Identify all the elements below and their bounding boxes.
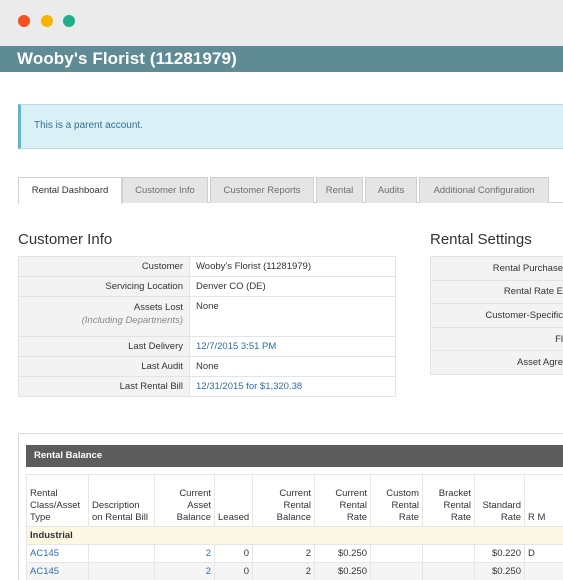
col-current-asset-balance[interactable]: Current Asset Balance: [154, 474, 215, 527]
description-cell: [88, 544, 155, 563]
tab-rental[interactable]: Rental: [316, 177, 363, 203]
col-bracket-rental-rate[interactable]: Bracket Rental Rate: [422, 474, 475, 527]
custom-rate-cell: [370, 544, 423, 563]
assets-lost-label-cell: Assets Lost (Including Departments): [18, 296, 190, 337]
rental-settings-table: Rental Purchase Rental Rate E Customer-S…: [430, 256, 563, 375]
window-chrome: [0, 0, 563, 46]
close-window-button[interactable]: [18, 15, 30, 27]
tab-customer-reports[interactable]: Customer Reports: [210, 177, 314, 203]
extra-cell: D: [524, 544, 563, 563]
assets-lost-sublabel: (Including Departments): [81, 315, 183, 326]
servicing-location-value: Denver CO (DE): [189, 276, 396, 297]
table-header-row: Rental Class/Asset Type Description on R…: [26, 474, 563, 527]
bracket-rate-cell: [422, 544, 475, 563]
rental-balance-table: Rental Class/Asset Type Description on R…: [26, 474, 563, 580]
col-rental-class[interactable]: Rental Class/Asset Type: [26, 474, 89, 527]
asset-balance-cell[interactable]: 2: [154, 544, 215, 563]
last-rental-bill-link[interactable]: 12/31/2015 for $1,320.38: [196, 381, 302, 392]
rental-setting-label: Fl: [430, 326, 563, 352]
assets-lost-label: Assets Lost: [133, 302, 183, 313]
servicing-location-label: Servicing Location: [18, 276, 190, 297]
rental-settings-heading: Rental Settings: [430, 231, 532, 248]
last-audit-label: Last Audit: [18, 356, 190, 377]
servicing-location-row: Servicing Location Denver CO (DE): [18, 276, 396, 297]
leased-cell: 0: [214, 544, 253, 563]
custom-rate-cell: [370, 562, 423, 580]
assets-lost-value: None: [189, 296, 396, 337]
tab-rental-dashboard[interactable]: Rental Dashboard: [18, 177, 122, 204]
rental-setting-label: Rental Rate E: [430, 279, 563, 305]
tab-customer-info[interactable]: Customer Info: [122, 177, 208, 203]
alert-text: This is a parent account.: [34, 120, 143, 131]
customer-value: Wooby's Florist (11281979): [189, 256, 396, 277]
col-r-m[interactable]: R M: [524, 474, 563, 527]
col-current-rental-balance[interactable]: Current Rental Balance: [252, 474, 315, 527]
last-audit-value: None: [189, 356, 396, 377]
standard-rate-cell: $0.220: [474, 544, 525, 563]
group-label: Industrial: [26, 526, 563, 545]
extra-cell: [524, 562, 563, 580]
account-header: Wooby's Florist (11281979): [0, 46, 563, 72]
table-row: AC145 2 0 2 $0.250 $0.250: [26, 562, 563, 580]
group-row: Industrial: [26, 526, 563, 545]
asset-balance-cell[interactable]: 2: [154, 562, 215, 580]
rental-balance-heading: Rental Balance: [26, 445, 563, 467]
rental-setting-label: Asset Agre: [430, 350, 563, 375]
rental-setting-label: Customer-Specific: [430, 303, 563, 328]
last-delivery-row: Last Delivery 12/7/2015 3:51 PM: [18, 336, 396, 357]
bracket-rate-cell: [422, 562, 475, 580]
current-rate-cell: $0.250: [314, 562, 371, 580]
parent-account-alert: This is a parent account.: [18, 104, 563, 149]
last-rental-bill-row: Last Rental Bill 12/31/2015 for $1,320.3…: [18, 376, 396, 397]
leased-cell: 0: [214, 562, 253, 580]
assets-lost-row: Assets Lost (Including Departments) None: [18, 296, 396, 337]
last-audit-row: Last Audit None: [18, 356, 396, 377]
minimize-window-button[interactable]: [41, 15, 53, 27]
page-title: Wooby's Florist (11281979): [17, 49, 237, 68]
col-leased[interactable]: Leased: [214, 474, 253, 527]
rental-balance-panel: Rental Balance Rental Class/Asset Type D…: [18, 433, 563, 580]
last-delivery-label: Last Delivery: [18, 336, 190, 357]
last-rental-bill-label: Last Rental Bill: [18, 376, 190, 397]
col-description[interactable]: Description on Rental Bill: [88, 474, 155, 527]
tab-bar: Rental Dashboard Customer Info Customer …: [18, 177, 563, 204]
table-row: AC145 2 0 2 $0.250 $0.220 D: [26, 544, 563, 563]
asset-type-link[interactable]: AC145: [30, 548, 59, 559]
tab-additional-configuration[interactable]: Additional Configuration: [419, 177, 549, 203]
col-custom-rental-rate[interactable]: Custom Rental Rate: [370, 474, 423, 527]
asset-type-link[interactable]: AC145: [30, 566, 59, 577]
last-delivery-link[interactable]: 12/7/2015 3:51 PM: [196, 341, 276, 352]
rental-setting-label: Rental Purchase: [430, 256, 563, 281]
customer-info-heading: Customer Info: [18, 231, 113, 248]
standard-rate-cell: $0.250: [474, 562, 525, 580]
description-cell: [88, 562, 155, 580]
rental-balance-cell: 2: [252, 544, 315, 563]
current-rate-cell: $0.250: [314, 544, 371, 563]
customer-row: Customer Wooby's Florist (11281979): [18, 256, 396, 277]
tab-audits[interactable]: Audits: [365, 177, 417, 203]
col-standard-rate[interactable]: Standard Rate: [474, 474, 525, 527]
col-current-rental-rate[interactable]: Current Rental Rate: [314, 474, 371, 527]
customer-info-table: Customer Wooby's Florist (11281979) Serv…: [18, 256, 396, 397]
customer-label: Customer: [18, 256, 190, 277]
rental-balance-cell: 2: [252, 562, 315, 580]
maximize-window-button[interactable]: [63, 15, 75, 27]
